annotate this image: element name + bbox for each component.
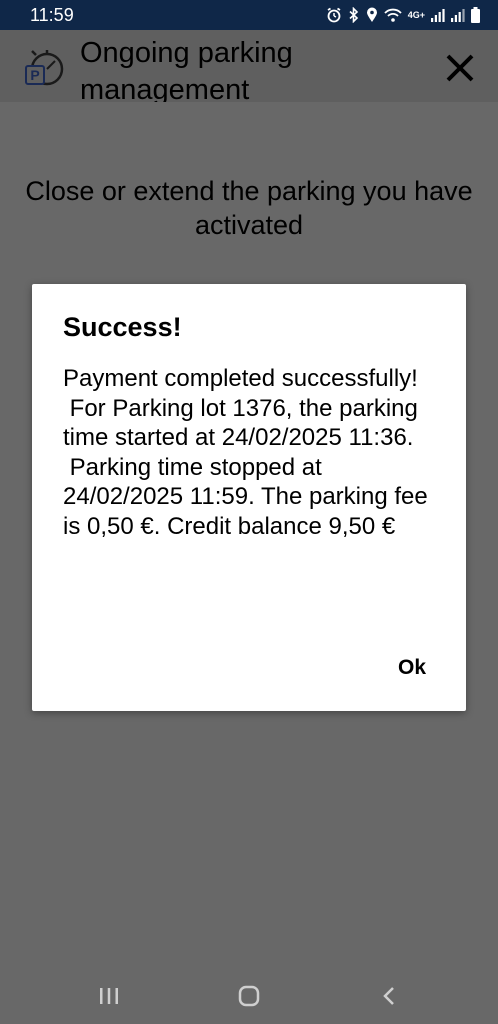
back-icon [383, 987, 394, 1005]
dialog-title: Success! [63, 312, 182, 342]
success-dialog: Success! Payment completed successfully!… [32, 284, 466, 711]
parking-timer-logo-icon: P [24, 46, 66, 88]
signal-icon [431, 8, 445, 22]
app-header: P Ongoing parking management [0, 30, 498, 102]
ok-button[interactable]: Ok [398, 656, 426, 680]
bluetooth-icon [348, 7, 360, 23]
battery-icon [471, 7, 480, 23]
recent-apps-button[interactable] [89, 980, 129, 1012]
page-title: Ongoing parking management [80, 37, 293, 102]
navigation-bar [0, 966, 498, 1024]
close-button[interactable] [438, 46, 482, 90]
logo-letter: P [30, 67, 39, 83]
status-bar: 11:59 4G+ [0, 0, 498, 30]
recent-apps-icon [100, 988, 118, 1004]
dialog-message: Payment completed successfully! For Park… [63, 365, 428, 540]
network-type-label: 4G+ [407, 9, 425, 20]
home-button[interactable] [229, 980, 269, 1012]
home-icon [238, 985, 260, 1007]
wifi-icon [384, 7, 402, 23]
signal-icon [451, 8, 465, 22]
alarm-icon [326, 7, 342, 23]
status-icons: 4G+ [326, 6, 480, 24]
close-icon [446, 54, 474, 82]
status-time: 11:59 [30, 5, 74, 25]
back-button[interactable] [369, 980, 409, 1012]
location-icon [366, 7, 378, 23]
page-subtitle: Close or extend the parking you have act… [25, 176, 473, 240]
